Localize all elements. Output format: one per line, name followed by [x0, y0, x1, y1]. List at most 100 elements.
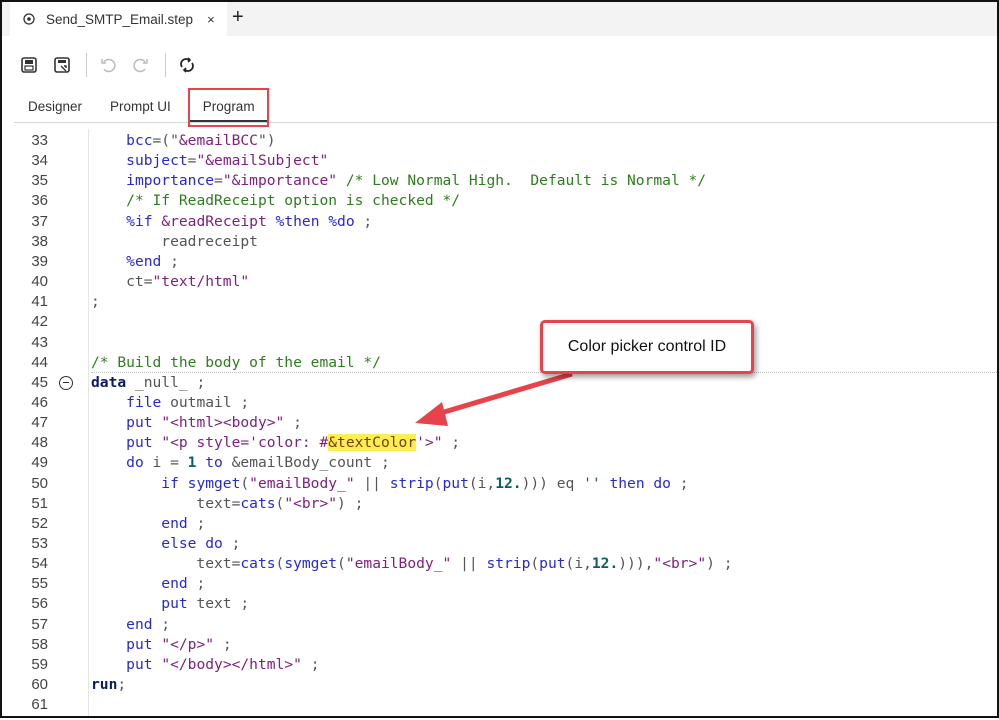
- code-token: ;: [222, 535, 241, 552]
- code-line[interactable]: 60 run;: [2, 675, 997, 695]
- code-token: ) ;: [706, 555, 733, 573]
- code-line[interactable]: 58 put "</p>" ;: [2, 635, 997, 655]
- code-text: end ;: [91, 514, 205, 534]
- code-token: "<html><body>": [161, 414, 285, 432]
- code-token: put: [126, 655, 153, 673]
- line-number: 57: [31, 615, 48, 633]
- code-token: symget: [284, 555, 338, 573]
- close-tab-icon[interactable]: ×: [207, 12, 215, 27]
- code-text: file outmail ;: [91, 393, 249, 413]
- code-token: ))): [521, 474, 548, 492]
- code-token: "</body></html>": [161, 655, 302, 673]
- code-line[interactable]: 44 /* Build the body of the email */: [2, 353, 997, 373]
- code-token: /* Build the body of the email */: [91, 353, 381, 371]
- code-line[interactable]: 43: [2, 333, 997, 353]
- code-text: %end ;: [91, 252, 179, 272]
- collapse-icon[interactable]: [59, 375, 73, 390]
- line-number: 51: [31, 494, 48, 512]
- code-line[interactable]: 56 put text ;: [2, 594, 997, 614]
- redo-icon[interactable]: [130, 54, 152, 76]
- code-token: ;: [152, 615, 171, 633]
- code-token: then do: [609, 474, 671, 492]
- line-number: 40: [31, 273, 48, 291]
- code-token: 12.: [495, 474, 522, 492]
- code-line[interactable]: 46 file outmail ;: [2, 393, 997, 413]
- code-line[interactable]: 40 ct="text/html": [2, 272, 997, 292]
- code-line[interactable]: 34 subject="&emailSubject": [2, 151, 997, 171]
- line-number: 58: [31, 635, 48, 653]
- code-token: end: [161, 514, 188, 532]
- code-line[interactable]: 55 end ;: [2, 574, 997, 594]
- code-token: ;: [187, 514, 206, 532]
- code-token: (: [337, 555, 346, 573]
- code-token: to: [205, 454, 223, 472]
- code-text: put text ;: [91, 594, 249, 614]
- code-line[interactable]: 52 end ;: [2, 514, 997, 534]
- save-as-icon[interactable]: [51, 54, 73, 76]
- code-line[interactable]: 39 %end ;: [2, 252, 997, 272]
- code-editor[interactable]: 33 bcc=("&emailBCC") 34 subject="&emailSu…: [2, 129, 997, 716]
- code-line[interactable]: 53 else do ;: [2, 534, 997, 554]
- code-token: put: [126, 635, 153, 653]
- code-token: readreceipt: [91, 232, 258, 250]
- file-tab-title: Send_SMTP_Email.step: [46, 11, 194, 27]
- undo-icon[interactable]: [97, 54, 119, 76]
- annotation-callout: Color picker control ID: [540, 320, 754, 374]
- code-line[interactable]: 51 text=cats("<br>") ;: [2, 494, 997, 514]
- refresh-icon[interactable]: [176, 54, 198, 76]
- code-token: =: [214, 172, 223, 190]
- tab-prompt-ui[interactable]: Prompt UI: [96, 95, 185, 122]
- save-icon[interactable]: [18, 54, 40, 76]
- code-token: (: [240, 474, 250, 492]
- code-token: put: [539, 555, 566, 573]
- code-line[interactable]: 57 end ;: [2, 615, 997, 635]
- tab-designer[interactable]: Designer: [14, 95, 96, 122]
- code-token: importance: [126, 172, 215, 190]
- code-line[interactable]: 37 %if &readReceipt %then %do ;: [2, 212, 997, 232]
- code-text: %if &readReceipt %then %do ;: [91, 212, 372, 232]
- code-line[interactable]: 50 if symget("emailBody_" || strip(put(i…: [2, 474, 997, 494]
- toolbar-divider: [86, 53, 87, 77]
- code-token: ||: [451, 555, 487, 573]
- code-line[interactable]: 42: [2, 312, 997, 332]
- code-token: '>": [416, 434, 443, 452]
- code-line[interactable]: 47 put "<html><body>" ;: [2, 413, 997, 433]
- line-number: 54: [31, 555, 48, 573]
- code-token: 12.: [591, 555, 619, 573]
- code-token: else do: [161, 535, 223, 552]
- code-token: (i,: [565, 555, 592, 573]
- code-line[interactable]: 61: [2, 695, 997, 715]
- code-line[interactable]: 54 text=cats(symget("emailBody_" || stri…: [2, 554, 997, 574]
- code-line[interactable]: 33 bcc=("&emailBCC"): [2, 131, 997, 151]
- code-line[interactable]: 59 put "</body></html>" ;: [2, 655, 997, 675]
- code-text: /* Build the body of the email */: [91, 353, 381, 373]
- code-line[interactable]: 45 data _null_ ;: [2, 371, 997, 393]
- new-tab-button[interactable]: +: [232, 6, 244, 29]
- code-token: =(": [152, 132, 179, 149]
- code-line[interactable]: 36 /* If ReadReceipt option is checked *…: [2, 191, 997, 211]
- code-line[interactable]: 49 do i = 1 to &emailBody_count ;: [2, 453, 997, 473]
- code-text: text=cats(symget("emailBody_" || strip(p…: [91, 554, 732, 574]
- code-line[interactable]: 38 readreceipt: [2, 232, 997, 252]
- file-tab[interactable]: Send_SMTP_Email.step ×: [10, 2, 227, 36]
- code-text: run;: [91, 675, 126, 695]
- code-text: ;: [91, 292, 100, 312]
- code-line[interactable]: 41;: [2, 292, 997, 312]
- line-number: 38: [31, 232, 48, 250]
- code-token: %then %do: [275, 212, 355, 230]
- line-number: 48: [31, 434, 48, 452]
- code-token: ct=: [91, 273, 153, 291]
- code-line[interactable]: 48 put "<p style='color: #&textColor'>" …: [2, 433, 997, 453]
- code-token: /* If ReadReceipt option is checked */: [126, 192, 461, 210]
- code-line[interactable]: 35 importance="&importance" /* Low Norma…: [2, 171, 997, 191]
